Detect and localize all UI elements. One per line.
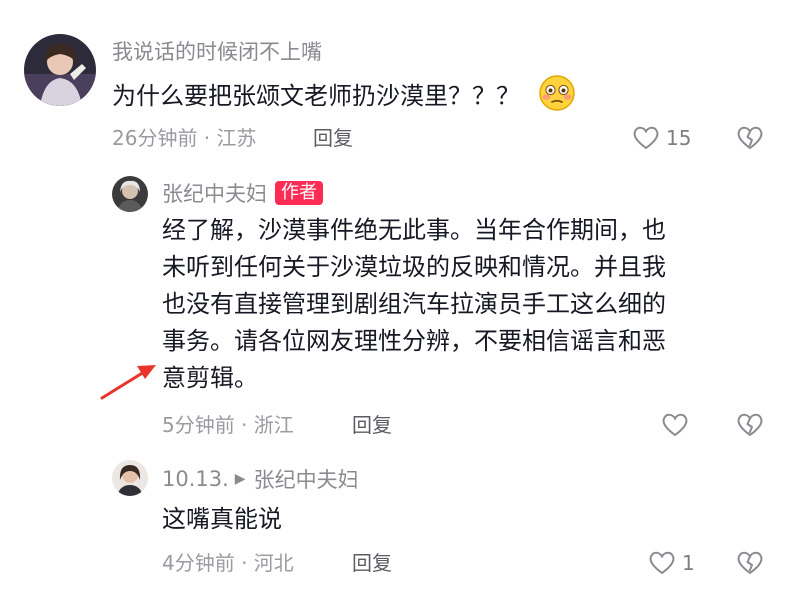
reply-like-button[interactable]: 1 (648, 549, 695, 577)
reply-text-line: 事务。请各位网友理性分辨，不要相信谣言和恶 (162, 327, 666, 355)
broken-heart-icon (737, 126, 763, 150)
avatar-image (112, 460, 148, 496)
reply-username[interactable]: 张纪中夫妇 (162, 178, 267, 208)
reply-like-count: 1 (682, 551, 695, 575)
comment-username[interactable]: 我说话的时候闭不上嘴 (112, 38, 322, 66)
broken-heart-icon (737, 413, 763, 437)
reply-username[interactable]: 10.13. (162, 467, 229, 491)
reply-text-line: 意剪辑。 (162, 364, 258, 392)
reply-like-button[interactable] (661, 411, 689, 439)
reply-text: 经了解，沙漠事件绝无此事。当年合作期间，也 未听到任何关于沙漠垃圾的反映和情况。… (162, 212, 666, 397)
reply-header: 10.13. ▶ 张纪中夫妇 (162, 465, 359, 493)
comment-dislike-button[interactable] (736, 124, 764, 152)
reply-avatar[interactable] (112, 176, 148, 212)
reply-reply-button[interactable]: 回复 (352, 411, 392, 439)
author-badge: 作者 (275, 181, 323, 205)
reply-to-arrow-icon: ▶ (234, 471, 246, 487)
reply-dislike-button[interactable] (736, 411, 764, 439)
reply-reply-button[interactable]: 回复 (352, 549, 392, 577)
comment-reply-button[interactable]: 回复 (313, 124, 353, 152)
reply-header: 张纪中夫妇 作者 (162, 179, 323, 207)
broken-heart-icon (737, 551, 763, 575)
reply-time-location: 4分钟前 · 河北 (162, 551, 294, 575)
heart-icon (649, 551, 675, 575)
comment-text-content: 为什么要把张颂文老师扔沙漠里？？？ (112, 82, 520, 110)
reply-text-line: 未听到任何关于沙漠垃圾的反映和情况。并且我 (162, 253, 666, 281)
reply-text-line: 经了解，沙漠事件绝无此事。当年合作期间，也 (162, 216, 666, 244)
reply-to-username[interactable]: 张纪中夫妇 (254, 464, 359, 494)
comment-like-count: 15 (666, 126, 692, 150)
avatar-image (112, 176, 148, 212)
red-arrow-icon (100, 365, 156, 400)
reply-avatar[interactable] (112, 460, 148, 496)
reply-dislike-button[interactable] (736, 549, 764, 577)
heart-icon (662, 413, 688, 437)
comment-text: 为什么要把张颂文老师扔沙漠里？？？ (112, 74, 576, 121)
avatar[interactable] (24, 34, 96, 106)
flushed-face-emoji-icon (538, 74, 576, 121)
comment-time-location: 26分钟前 · 江苏 (112, 126, 257, 150)
heart-icon (633, 126, 659, 150)
reply-text-line: 也没有直接管理到剧组汽车拉演员手工这么细的 (162, 290, 666, 318)
reply-time-location: 5分钟前 · 浙江 (162, 413, 294, 437)
reply-text: 这嘴真能说 (162, 505, 282, 533)
avatar-image (24, 34, 96, 106)
comment-like-button[interactable]: 15 (632, 124, 691, 152)
